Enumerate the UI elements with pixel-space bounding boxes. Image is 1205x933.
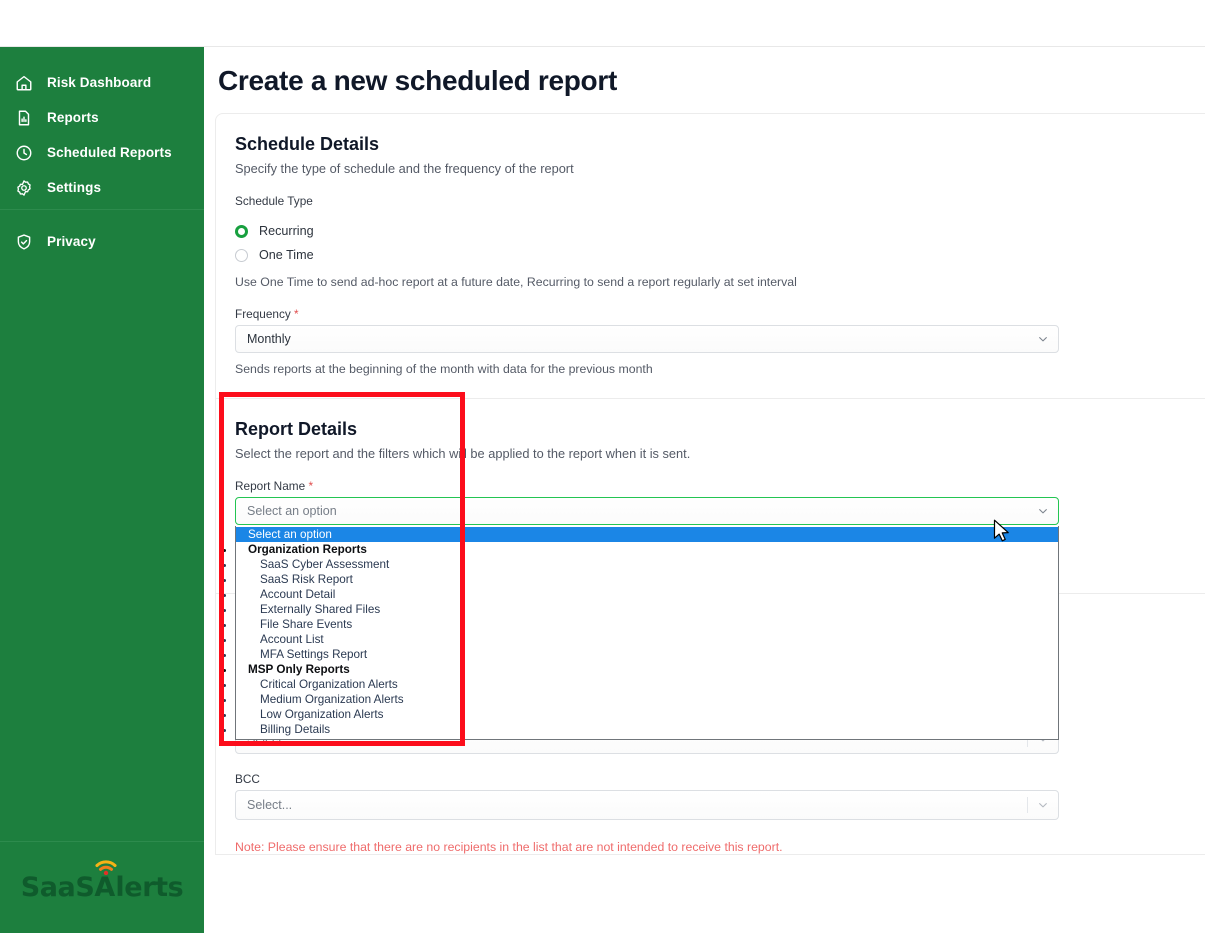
dropdown-option[interactable]: Externally Shared Files [236,602,1058,617]
bcc-field: BCC Select... [235,772,1205,820]
report-name-field: Report Name * Select an option Select an… [235,479,1205,740]
radio-recurring-label: Recurring [259,224,314,238]
brand-text-saas: SaaS [20,872,95,903]
sidebar-secondary-nav: Privacy [0,209,204,259]
report-details-section: Report Details Select the report and the… [216,399,1205,740]
report-chart-icon [14,108,33,127]
dropdown-option[interactable]: Account Detail [236,587,1058,602]
sidebar-primary-nav: Risk Dashboard Reports Scheduled Reports… [0,47,204,205]
radio-option-one-time[interactable]: One Time [235,244,1205,266]
radio-one-time-label: One Time [259,248,314,262]
sidebar-item-reports[interactable]: Reports [0,100,204,135]
dropdown-option[interactable]: Billing Details [236,722,1058,737]
wifi-signal-icon [95,860,117,875]
bcc-label: BCC [235,772,260,786]
report-name-dropdown-list[interactable]: Select an optionOrganization ReportsSaaS… [235,526,1059,740]
frequency-label: Frequency * [235,307,1205,321]
dropdown-option[interactable]: Medium Organization Alerts [236,692,1058,707]
frequency-label-text: Frequency [235,307,291,321]
radio-one-time-input[interactable] [235,248,248,262]
clock-icon [14,143,33,162]
sidebar-item-label: Scheduled Reports [47,145,172,160]
frequency-field: Frequency * Monthly Sends reports at the… [235,307,1205,376]
report-name-select-value: Select an option [247,504,337,518]
dropdown-option[interactable]: SaaS Risk Report [236,572,1058,587]
schedule-type-radio-group: Recurring One Time [235,220,1205,266]
sidebar-item-label: Privacy [47,234,96,249]
sidebar: Risk Dashboard Reports Scheduled Reports… [0,47,204,933]
bcc-select-placeholder: Select... [247,798,293,812]
brand-a-glyph: A [94,872,115,903]
shield-check-icon [14,232,33,251]
frequency-select[interactable]: Monthly [235,325,1059,353]
radio-option-recurring[interactable]: Recurring [235,220,1205,242]
dropdown-group-label: MSP Only Reports [236,662,1058,677]
schedule-type-label: Schedule Type [235,194,313,208]
report-name-select[interactable]: Select an option [235,497,1059,525]
dropdown-option[interactable]: MFA Settings Report [236,647,1058,662]
report-details-subtitle: Select the report and the filters which … [235,446,691,461]
bcc-select[interactable]: Select... [235,790,1059,820]
dropdown-option[interactable]: Low Organization Alerts [236,707,1058,722]
frequency-select-value: Monthly [247,332,291,346]
radio-recurring-input[interactable] [235,224,248,238]
chevron-down-icon [1039,337,1047,342]
dropdown-group-label: Organization Reports [236,542,1058,557]
main-content: Create a new scheduled report Schedule D… [204,47,1205,933]
schedule-type-helper: Use One Time to send ad-hoc report at a … [235,275,797,289]
report-details-title: Report Details [235,419,358,439]
chevron-down-icon [1039,803,1047,808]
frequency-required-marker: * [294,307,299,321]
sidebar-item-label: Risk Dashboard [47,75,152,90]
brand-letter-a: A [94,860,117,903]
sidebar-item-scheduled-reports[interactable]: Scheduled Reports [0,135,204,170]
report-name-required-marker: * [308,479,314,493]
sidebar-item-label: Reports [47,110,99,125]
bcc-select-separator [1027,797,1028,813]
chevron-down-icon [1039,509,1047,514]
schedule-details-title: Schedule Details [235,134,380,154]
app-root: Risk Dashboard Reports Scheduled Reports… [0,0,1205,933]
dropdown-option[interactable]: File Share Events [236,617,1058,632]
dropdown-option[interactable]: Critical Organization Alerts [236,677,1058,692]
gear-icon [14,178,33,197]
brand-text-lerts: lerts [115,872,184,903]
frequency-helper: Sends reports at the beginning of the mo… [235,362,653,376]
sidebar-item-risk-dashboard[interactable]: Risk Dashboard [0,65,204,100]
dropdown-option[interactable]: SaaS Cyber Assessment [236,557,1058,572]
sidebar-item-settings[interactable]: Settings [0,170,204,205]
sidebar-item-label: Settings [47,180,102,195]
schedule-details-subtitle: Specify the type of schedule and the fre… [235,161,574,176]
report-name-label: Report Name * [235,479,1205,493]
top-bar [0,0,1205,47]
recipients-note: Note: Please ensure that there are no re… [235,840,783,854]
brand-logo: SaaS A lerts [0,841,204,933]
home-icon [14,73,33,92]
schedule-details-section: Schedule Details Specify the type of sch… [216,134,1205,376]
form-card: Schedule Details Specify the type of sch… [215,113,1205,855]
dropdown-option[interactable]: Select an option [236,527,1058,542]
sidebar-item-privacy[interactable]: Privacy [0,224,204,259]
report-name-label-text: Report Name [235,479,306,493]
dropdown-option[interactable]: Account List [236,632,1058,647]
page-title: Create a new scheduled report [218,65,617,96]
